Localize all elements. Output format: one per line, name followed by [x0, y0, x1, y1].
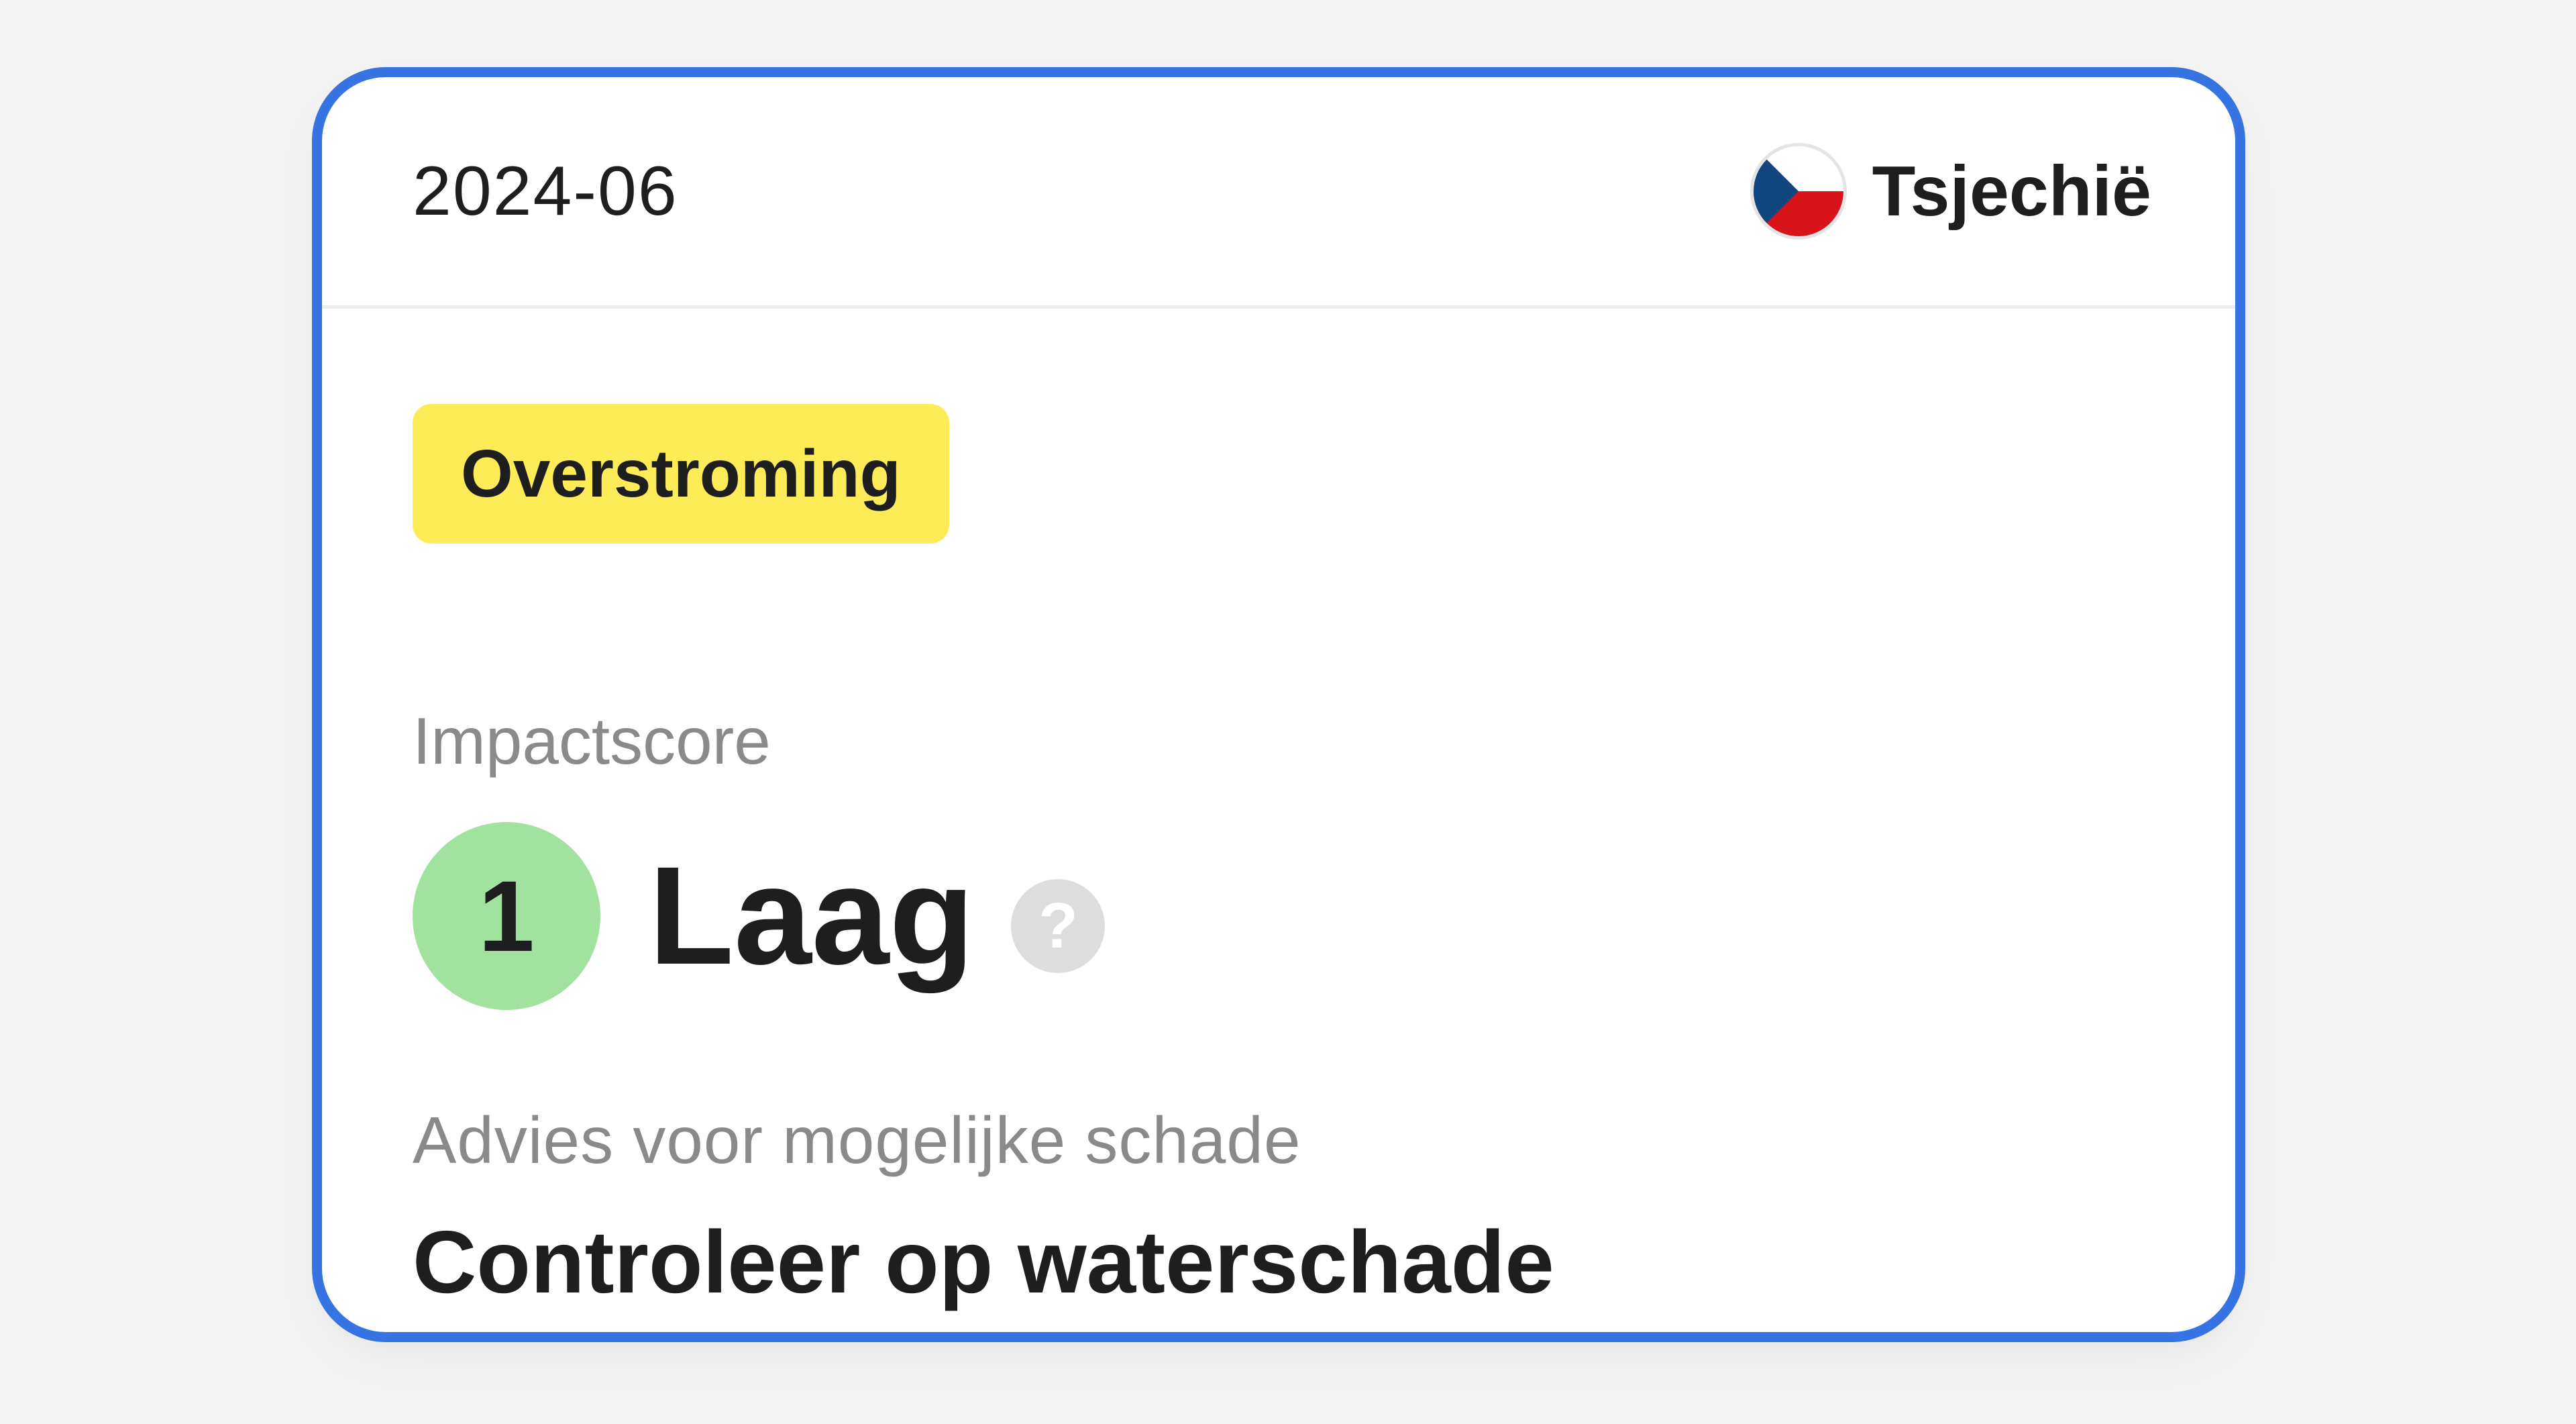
country-name: Tsjechië: [1872, 151, 2151, 231]
event-type-badge: Overstroming: [413, 404, 949, 544]
impact-score-label: Impactscore: [413, 704, 771, 778]
question-mark-icon[interactable]: ?: [1011, 879, 1106, 973]
advice-text: Controleer op waterschade: [413, 1213, 1554, 1311]
advice-label: Advies voor mogelijke schade: [413, 1103, 1301, 1177]
country-label: Tsjechië: [1750, 77, 2151, 305]
czech-flag-icon: [1750, 143, 1847, 240]
impact-score-circle: 1: [413, 822, 600, 1010]
card-header: 2024-06 Tsjechië: [322, 77, 2235, 309]
event-card[interactable]: 2024-06 Tsjechië Overstroming Impactscor…: [312, 67, 2245, 1342]
event-date: 2024-06: [413, 152, 678, 230]
impact-score-row: 1 Laag ?: [413, 822, 1106, 1010]
impact-level: Laag: [649, 838, 975, 994]
